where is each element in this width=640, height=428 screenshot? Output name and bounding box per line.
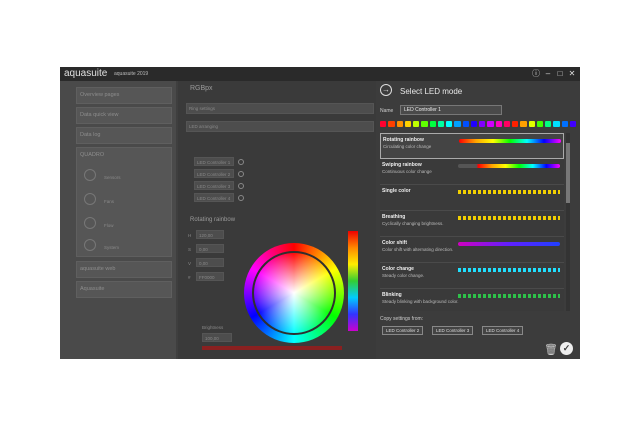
mode-preview xyxy=(458,294,560,298)
mode-color-change[interactable]: Color change Steady color change. xyxy=(380,263,564,289)
color-wheel-ring xyxy=(252,251,336,335)
mode-preview xyxy=(458,242,560,246)
copy-label: Copy settings from: xyxy=(380,316,424,322)
controller-4[interactable]: LED Controller 4 xyxy=(194,193,234,202)
fan-icon xyxy=(84,193,96,205)
mode-title: Single color xyxy=(382,188,411,194)
nav-data-log[interactable]: Data log xyxy=(76,127,172,144)
trash-icon[interactable]: 🗑 xyxy=(544,343,558,356)
hex-input[interactable]: FF0000 xyxy=(196,272,224,281)
sub-flow[interactable]: Flow xyxy=(104,223,114,228)
name-input[interactable]: LED Controller 1 xyxy=(400,105,502,115)
nav-aquasuite-web[interactable]: aquasuite web xyxy=(76,261,172,278)
mode-title: Swiping rainbow xyxy=(382,162,422,168)
gear-icon[interactable] xyxy=(238,183,244,189)
brightness-slider[interactable] xyxy=(202,346,342,350)
mode-desc: Color shift with alternating direction. xyxy=(382,247,454,252)
mode-title: Rotating rainbow xyxy=(383,137,424,143)
mode-preview xyxy=(458,164,560,168)
led-strip-preview xyxy=(380,121,576,128)
mode-preview xyxy=(458,190,560,194)
copy-controller-3-button[interactable]: LED Controller 3 xyxy=(432,326,474,335)
mode-desc: Circulating color change xyxy=(383,144,432,149)
gear-icon[interactable] xyxy=(238,171,244,177)
sidebar: aquacomputer Overview pages Data quick v… xyxy=(60,81,176,359)
nav-aquasuite[interactable]: Aquasuite xyxy=(76,281,172,298)
sub-sensors[interactable]: Sensors xyxy=(104,175,121,180)
mode-breathing[interactable]: Breathing Cyclically changing brightness… xyxy=(380,211,564,237)
app-name: aquasuite xyxy=(64,68,108,79)
hue-input[interactable]: 120,00 xyxy=(196,230,224,239)
mode-desc: Steady color change. xyxy=(382,273,425,278)
main-content: RGBpx Ring settings LED arranging LED Co… xyxy=(178,81,378,359)
mode-color-shift[interactable]: Color shift Color shift with alternating… xyxy=(380,237,564,263)
app-window: aquasuite aquasuite 2019 ⓘ – □ ✕ aquacom… xyxy=(60,67,580,359)
mode-desc: Steady blinking with background color. xyxy=(382,299,459,304)
list-scrollbar[interactable] xyxy=(566,133,570,311)
led-mode-list: Rotating rainbow Circulating color chang… xyxy=(380,133,564,311)
name-label: Name xyxy=(380,108,394,114)
close-icon[interactable]: ✕ xyxy=(568,69,576,78)
saturation-input[interactable]: 0,00 xyxy=(196,244,224,253)
value-input[interactable]: 0,00 xyxy=(196,258,224,267)
copy-controller-4-button[interactable]: LED Controller 4 xyxy=(482,326,524,335)
scroll-thumb[interactable] xyxy=(566,143,570,203)
maximize-icon[interactable]: □ xyxy=(556,69,564,78)
input-label-v: V xyxy=(188,261,192,266)
ring-settings-row[interactable]: Ring settings xyxy=(186,103,374,114)
mode-preview xyxy=(458,216,560,220)
input-label-hex: # xyxy=(188,275,191,280)
mode-title: Blinking xyxy=(382,292,402,298)
panel-title: Select LED mode xyxy=(400,87,463,96)
back-arrow-icon[interactable]: → xyxy=(380,84,392,96)
gear-icon[interactable] xyxy=(238,159,244,165)
led-arranging-row[interactable]: LED arranging xyxy=(186,121,374,132)
mode-desc: Continuous color change xyxy=(382,169,432,174)
mode-single-color[interactable]: Single color xyxy=(380,185,564,211)
nav-overview[interactable]: Overview pages xyxy=(76,87,172,104)
brightness-label: Brightness xyxy=(202,325,224,330)
mode-swiping-rainbow[interactable]: Swiping rainbow Continuous color change xyxy=(380,159,564,185)
system-icon xyxy=(84,239,96,251)
sensor-icon xyxy=(84,169,96,181)
gear-icon[interactable] xyxy=(238,195,244,201)
minimize-icon[interactable]: – xyxy=(544,69,552,78)
brightness-input[interactable]: 100,00 xyxy=(202,333,232,342)
mode-preview xyxy=(458,268,560,272)
input-label-h: H xyxy=(188,233,192,238)
confirm-check-icon[interactable]: ✓ xyxy=(560,342,573,355)
info-icon[interactable]: ⓘ xyxy=(532,69,540,78)
mode-rotating-rainbow[interactable]: Rotating rainbow Circulating color chang… xyxy=(380,133,564,159)
title-bar: aquasuite aquasuite 2019 ⓘ – □ ✕ xyxy=(60,67,580,81)
nav-quick-view[interactable]: Data quick view xyxy=(76,107,172,124)
led-mode-panel: → Select LED mode Name LED Controller 1 … xyxy=(376,81,580,359)
mode-title: Color shift xyxy=(382,240,407,246)
controller-1[interactable]: LED Controller 1 xyxy=(194,157,234,166)
section-title: Rotating rainbow xyxy=(190,217,236,223)
nav-quadro-label: QUADRO xyxy=(80,152,105,158)
controller-2[interactable]: LED Controller 2 xyxy=(194,169,234,178)
sub-fans[interactable]: Fans xyxy=(104,199,114,204)
flow-icon xyxy=(84,217,96,229)
mode-blinking[interactable]: Blinking Steady blinking with background… xyxy=(380,289,564,311)
app-version: aquasuite 2019 xyxy=(114,71,149,77)
page-title: RGBpx xyxy=(190,85,213,92)
mode-preview xyxy=(459,139,561,143)
mode-title: Breathing xyxy=(382,214,406,220)
sub-system[interactable]: System xyxy=(104,245,119,250)
mode-title: Color change xyxy=(382,266,414,272)
mode-desc: Cyclically changing brightness. xyxy=(382,221,444,226)
input-label-s: S xyxy=(188,247,192,252)
copy-controller-2-button[interactable]: LED Controller 2 xyxy=(382,326,424,335)
color-palette[interactable] xyxy=(348,231,358,331)
controller-3[interactable]: LED Controller 3 xyxy=(194,181,234,190)
